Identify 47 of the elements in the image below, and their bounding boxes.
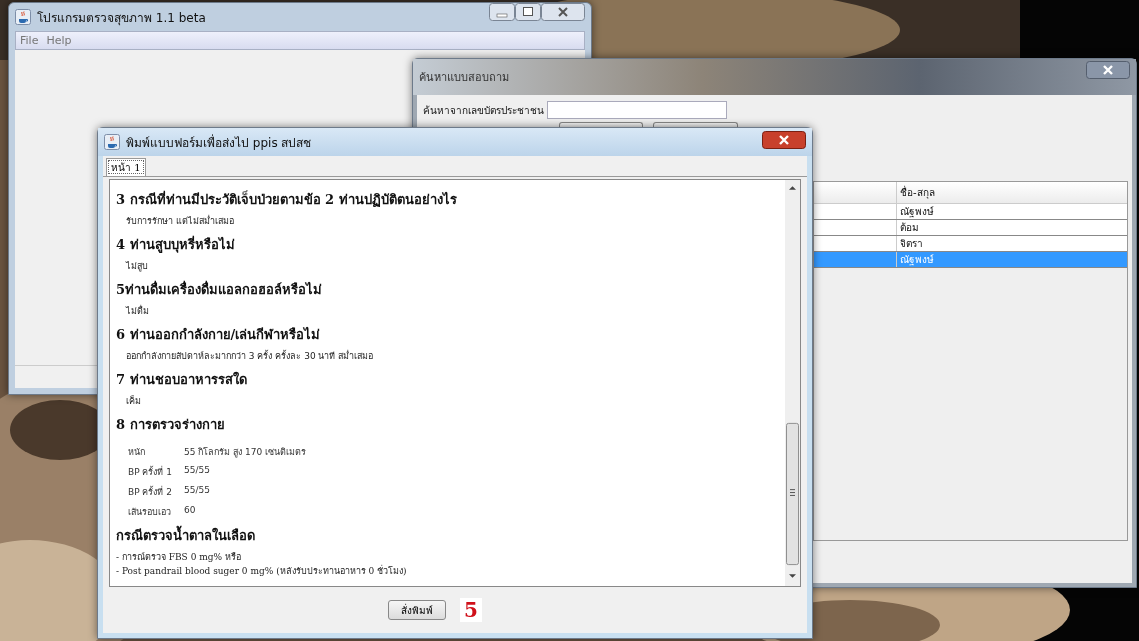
question-heading: 5ท่านดื่มเครื่องดื่มแอลกอฮอล์หรือไม่ [116, 279, 324, 299]
question-heading: 8 การตรวจร่างกาย [116, 416, 226, 434]
column-header: ชื่อ-สกุล [899, 184, 936, 201]
table-cell-text: ณัฐพงษ์ [899, 253, 935, 267]
question-heading: 6 ท่านออกกำลังกาย/เล่นกีฬาหรือไม่ [116, 326, 322, 344]
measure-value: 55 กิโลกรัม สูง 170 เซนติเมตร [184, 446, 307, 459]
measure-label: หนัก [128, 446, 146, 459]
field-label: ค้นหาจากเลขบัตรประชาชน [423, 103, 544, 118]
measure-label: เส้นรอบเอว [128, 506, 172, 519]
close-button[interactable] [541, 3, 585, 21]
menu-item[interactable]: File [20, 34, 39, 47]
print-button[interactable]: สั่งพิมพ์ [388, 600, 447, 620]
measure-label: BP ครั้งที่ 1 [128, 465, 174, 479]
question-heading: 7 ท่านชอบอาหารรสใด [116, 370, 248, 389]
window-title: โปรแกรมตรวจสุขภาพ 1.1 beta [37, 9, 206, 27]
close-button[interactable] [762, 131, 806, 149]
answer-text: รับการรักษา แต่ไม่สม่ำเสมอ [126, 214, 235, 228]
measure-value: 60 [184, 505, 197, 517]
window-title: พิมพ์แบบฟอร์มเพื่อส่งไป ppis สปสช [126, 133, 312, 152]
table-row[interactable]: ต้อม [814, 220, 1127, 236]
answer-text: ไม่ดื่ม [126, 304, 150, 318]
window-title: ค้นหาแบบสอบถาม [419, 70, 509, 86]
close-button[interactable] [1086, 61, 1130, 79]
menu-item[interactable]: Help [46, 34, 72, 47]
question-heading: 4 ท่านสูบบุหรี่หรือไม่ [116, 234, 236, 255]
table-row[interactable]: จิตรา [814, 236, 1127, 252]
answer-text: ออกกำลังกายสัปดาห์ละมากกว่า 3 ครั้ง ครั้งละ 30 นาที สม่ำเสมอ [126, 349, 375, 363]
table-cell-text: จิตรา [899, 237, 924, 251]
answer-text: เค็ม [126, 394, 142, 408]
scrollbar[interactable] [785, 179, 801, 587]
page-count: 5 [460, 598, 482, 622]
tab[interactable]: หน้า 1 [106, 158, 146, 176]
maximize-button[interactable] [515, 3, 541, 21]
table-cell-text: ณัฐพงษ์ [899, 205, 935, 219]
search-field[interactable] [547, 101, 727, 119]
table-row[interactable]: ณัฐพงษ์ [814, 204, 1127, 220]
note-text: - การณ์ตรวจ FBS 0 mg% หรือ [116, 551, 242, 564]
app-icon [15, 9, 31, 25]
measure-value: 55/55 [184, 485, 211, 497]
measure-label: BP ครั้งที่ 2 [128, 485, 174, 499]
table-cell-text: ต้อม [899, 221, 920, 235]
question-heading: กรณีตรวจน้ำตาลในเลือด [116, 525, 779, 546]
answer-text: ไม่สูบ [126, 260, 149, 273]
question-heading: 3 กรณีที่ท่านมีประวัติเจ็บป่วยตามข้อ 2 ท่านปฏิบัติตนอย่างไร [116, 189, 458, 209]
measure-value: 55/55 [184, 465, 211, 477]
app-icon [104, 134, 120, 150]
note-text: - Post pandrail blood suger 0 mg% (หลังรับประทานอาหาร 0 ชั่วโมง) [116, 564, 408, 578]
